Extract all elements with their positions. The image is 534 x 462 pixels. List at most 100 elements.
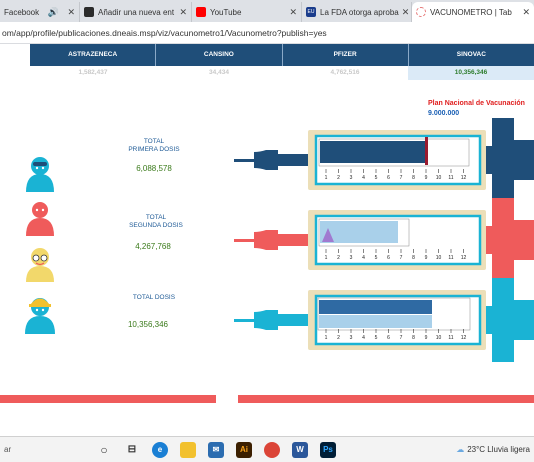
table-cell: 4,762,516: [330, 69, 360, 76]
first-dose-value: 6,088,578: [136, 164, 172, 173]
tick-label: 7: [400, 335, 403, 341]
second-dose-label: TOTAL SEGUNDA DOSIS: [118, 214, 194, 230]
address-bar[interactable]: om/app/profile/publicaciones.dneais.msp/…: [0, 22, 534, 44]
word-icon[interactable]: W: [292, 441, 308, 458]
tick-label: 10: [436, 335, 442, 341]
tick-label: 2: [337, 335, 340, 341]
tick-label: 12: [461, 175, 467, 181]
tick-label: 6: [387, 335, 390, 341]
tab-vacunometro[interactable]: VACUNOMETRO | Tab ✕: [412, 2, 534, 22]
tick-label: 1: [325, 335, 328, 341]
first-dose-progress-bar: [320, 141, 425, 163]
mail-icon[interactable]: ✉: [208, 441, 224, 458]
illustrator-icon[interactable]: Ai: [236, 441, 252, 458]
tick-label: 5: [375, 335, 378, 341]
total-doses-value: 10,356,346: [127, 320, 169, 329]
tick-label: 7: [400, 255, 403, 261]
label-line: PRIMERA DOSIS: [128, 146, 180, 153]
tick-label: 1: [325, 175, 328, 181]
tab-facebook[interactable]: Facebook 🔊 ✕: [0, 2, 80, 22]
label-line: TOTAL DOSIS: [132, 294, 176, 301]
tick-label: 4: [362, 175, 365, 181]
tick-label: 8: [412, 335, 415, 341]
blog-icon: [84, 7, 94, 17]
weather-widget[interactable]: ☁ 23°C Lluvia ligera: [456, 445, 534, 454]
close-icon[interactable]: ✕: [64, 7, 75, 18]
vaccine-table-header: ASTRAZENECA CANSINO PFIZER SINOVAC: [30, 44, 534, 66]
syringe-first-dose: 1 2 3 4 5 6 7 8 9 10 11 12: [234, 118, 534, 202]
tick-label: 8: [412, 255, 415, 261]
tab-anadir[interactable]: Añadir una nueva ent ✕: [80, 2, 192, 22]
column-header: PFIZER: [283, 44, 409, 66]
plan-title: Plan Nacional de Vacunación: [428, 100, 525, 107]
label-line: TOTAL: [145, 214, 167, 221]
vaccine-table-row: 1,582,437 34,434 4,762,516 10,356,346: [30, 66, 534, 80]
tick-label: 2: [337, 175, 340, 181]
close-icon[interactable]: ✕: [286, 7, 297, 18]
person-blue-icon: [26, 157, 54, 192]
tab-label: La FDA otorga aproba: [320, 7, 399, 17]
tick-label: 12: [461, 255, 467, 261]
label-line: TOTAL: [143, 138, 165, 145]
edge-icon[interactable]: e: [152, 441, 168, 458]
tab-label: VACUNOMETRO | Tab: [430, 7, 512, 17]
tick-label: 11: [448, 255, 453, 261]
tab-label: Facebook: [4, 7, 40, 17]
task-view-icon[interactable]: ⊟: [124, 442, 140, 458]
column-header: ASTRAZENECA: [30, 44, 157, 66]
cloud-icon: ☁: [456, 445, 465, 454]
worker-person-icon: [25, 298, 55, 334]
tick-label: 12: [461, 335, 467, 341]
youtube-icon: [196, 7, 206, 17]
person-red-icon: [26, 202, 54, 236]
tab-youtube[interactable]: YouTube ✕: [192, 2, 302, 22]
table-cell: 10,356,346: [408, 66, 534, 80]
tick-label: 9: [425, 175, 428, 181]
tick-label: 10: [436, 175, 442, 181]
photoshop-icon[interactable]: Ps: [320, 441, 336, 458]
tab-fda[interactable]: EU La FDA otorga aproba ✕: [302, 2, 412, 22]
footer-bar-right: [238, 395, 534, 403]
close-icon[interactable]: ✕: [176, 7, 187, 18]
label-line: SEGUNDA DOSIS: [129, 222, 183, 229]
folder-icon[interactable]: [180, 441, 196, 458]
table-cell: 34,434: [209, 69, 229, 76]
chrome-icon[interactable]: [264, 441, 280, 458]
tick-label: 6: [387, 255, 390, 261]
tick-label: 11: [448, 335, 453, 341]
tab-label: YouTube: [210, 7, 242, 17]
tick-label: 11: [448, 175, 453, 181]
taskbar-search[interactable]: ar: [0, 445, 90, 454]
close-icon[interactable]: ✕: [519, 7, 530, 18]
target-marker: [425, 137, 428, 165]
first-dose-segment: [319, 300, 432, 314]
weather-text: 23°C Lluvia ligera: [467, 445, 530, 454]
syringe-second-dose: 1 2 3 4 5 6 7 8 9 10 11 12: [234, 198, 534, 282]
browser-tab-strip: Facebook 🔊 ✕ Añadir una nueva ent ✕ YouT…: [0, 0, 534, 22]
second-dose-value: 4,267,768: [135, 242, 171, 251]
tick-label: 10: [436, 255, 442, 261]
tick-label: 3: [350, 255, 353, 261]
syringe-total-doses: 1 2 3 4 5 6 7 8 9 10 11 12: [234, 278, 534, 362]
speaker-icon[interactable]: 🔊: [45, 7, 59, 18]
tick-label: 5: [375, 175, 378, 181]
footer-bar-left: [0, 395, 216, 403]
tick-label: 1: [325, 255, 328, 261]
close-icon[interactable]: ✕: [399, 7, 410, 18]
tick-label: 6: [387, 175, 390, 181]
tick-label: 3: [350, 175, 353, 181]
first-dose-label: TOTAL PRIMERA DOSIS: [118, 138, 190, 154]
total-doses-label: TOTAL DOSIS: [118, 294, 190, 302]
table-cell: 1,582,437: [78, 69, 108, 76]
plan-target: 9.000.000: [428, 110, 460, 117]
tableau-icon: [416, 7, 426, 17]
tick-label: 8: [412, 175, 415, 181]
dashboard: ASTRAZENECA CANSINO PFIZER SINOVAC 1,582…: [0, 44, 534, 436]
tick-label: 5: [375, 255, 378, 261]
taskbar: ar ○ ⊟ e ✉ Ai W Ps ☁ 23°C Lluvia ligera: [0, 436, 534, 462]
column-header: CANSINO: [156, 44, 283, 66]
column-header: SINOVAC: [456, 51, 486, 58]
search-icon[interactable]: ○: [96, 442, 112, 458]
tick-label: 4: [362, 335, 365, 341]
tick-label: 2: [337, 255, 340, 261]
